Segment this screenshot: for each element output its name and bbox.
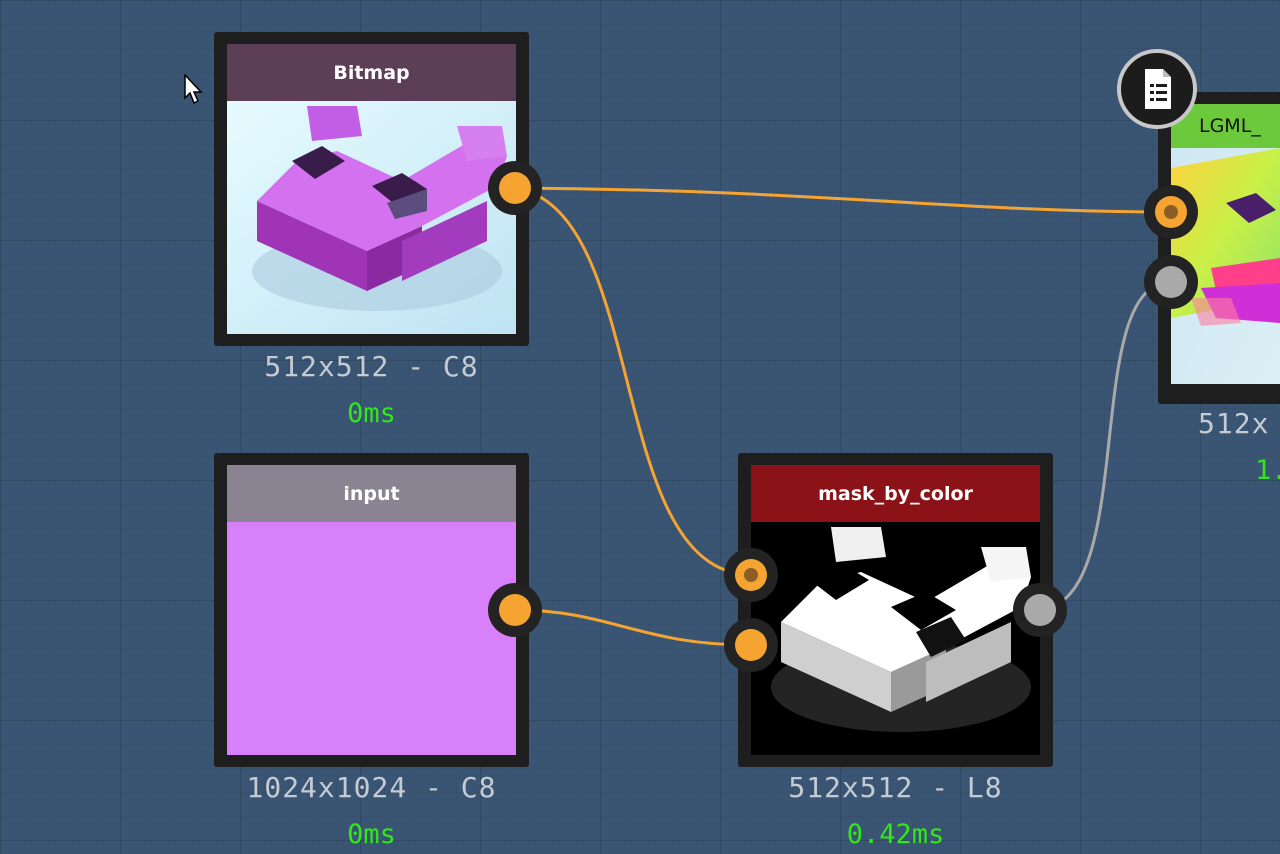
lgml-node-time: 1. [1255, 455, 1280, 486]
input-output-port[interactable] [488, 583, 542, 637]
mask-preview-image [751, 522, 1040, 755]
wire-bitmap-to-lgml[interactable] [514, 186, 1171, 214]
bitmap-node[interactable]: Bitmap [214, 32, 542, 346]
mask-by-color-node-time: 0.42ms [846, 819, 945, 850]
bitmap-output-port[interactable] [488, 161, 542, 215]
wire-bitmap-to-mask[interactable] [514, 186, 751, 577]
bitmap-preview-image [227, 101, 516, 334]
wire-input-to-mask[interactable] [514, 608, 751, 647]
document-list-icon[interactable] [1117, 49, 1197, 129]
mask-by-color-node-header[interactable]: mask_by_color [751, 465, 1040, 522]
lgml-node-title: LGML_ [1199, 115, 1261, 137]
input-node-resolution: 1024x1024 - C8 [246, 771, 497, 804]
mask-input-port-image[interactable] [724, 548, 778, 602]
input-preview-swatch [227, 522, 516, 755]
mouse-pointer-icon [184, 74, 203, 105]
bitmap-node-resolution: 512x512 - C8 [264, 350, 479, 383]
bitmap-node-header[interactable]: Bitmap [227, 44, 516, 101]
input-node-header[interactable]: input [227, 465, 516, 522]
node-graph-canvas[interactable]: Bitmap 512x512 - C8 0ms input 1024x1024 … [0, 0, 1280, 854]
input-node[interactable]: input [214, 453, 542, 767]
lgml-node[interactable]: LGML_ [1144, 92, 1280, 404]
connection-wires [514, 186, 1171, 647]
bitmap-node-time: 0ms [347, 398, 396, 429]
wire-mask-to-lgml[interactable] [1039, 280, 1171, 612]
mask-input-port-color[interactable] [724, 618, 778, 672]
mask-by-color-node-title: mask_by_color [818, 482, 973, 505]
mask-output-port[interactable] [1013, 583, 1067, 637]
mask-by-color-node-resolution: 512x512 - L8 [788, 771, 1003, 804]
lgml-node-resolution: 512x [1198, 407, 1270, 440]
mask-by-color-node[interactable]: mask_by_color [724, 453, 1067, 767]
lgml-input-port-image[interactable] [1144, 185, 1198, 239]
bitmap-node-title: Bitmap [333, 61, 410, 84]
lgml-input-port-mask[interactable] [1144, 255, 1198, 309]
input-node-title: input [343, 482, 400, 505]
input-node-time: 0ms [347, 819, 396, 850]
